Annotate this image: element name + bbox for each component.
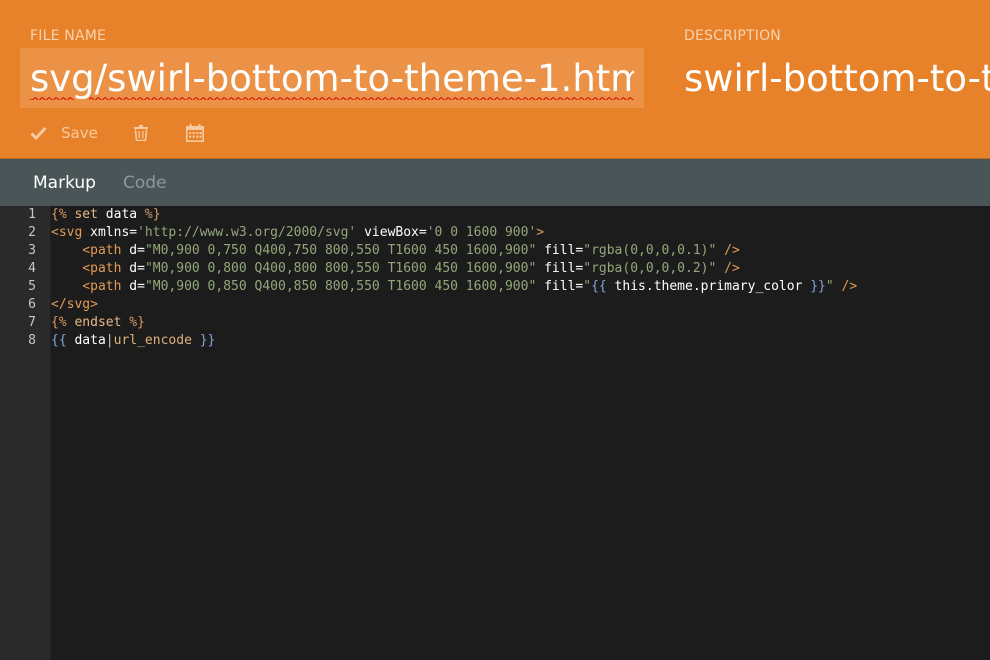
code-line[interactable]: 2 <svg xmlns='http://www.w3.org/2000/svg'… <box>28 224 990 242</box>
code-token: </svg> <box>51 297 98 312</box>
code-editor[interactable]: 1 {% set data %} 2 <svg xmlns='http://www.w… <box>0 206 990 660</box>
code-token: data <box>66 333 106 348</box>
line-number: 3 <box>28 243 36 258</box>
code-token: "rgba(0,0,0,0.1)" <box>583 243 717 258</box>
code-line[interactable]: 4 <path d="M0,900 0,800 Q400,800 800,550… <box>28 260 990 278</box>
code-token: " <box>825 279 834 294</box>
code-token: data <box>105 207 138 222</box>
code-token: {{ <box>591 279 607 294</box>
tab-code[interactable]: Code <box>123 173 167 193</box>
description-label: DESCRIPTION <box>684 28 781 44</box>
code-token: " <box>583 279 592 294</box>
code-token: 'http://www.w3.org/2000/svg' <box>137 225 357 240</box>
file-header: FILE NAME DESCRIPTION Save <box>0 0 990 159</box>
code-token: <path <box>51 279 122 294</box>
code-token: "M0,900 0,850 Q400,850 800,550 T1600 450… <box>144 279 537 294</box>
code-token: /> <box>833 279 858 294</box>
code-line[interactable]: 5 <path d="M0,900 0,850 Q400,850 800,550… <box>28 278 990 296</box>
code-token: fill <box>536 243 576 258</box>
code-token: = <box>137 279 145 294</box>
code-line[interactable]: 1 {% set data %} <box>28 206 990 224</box>
calendar-icon <box>185 124 204 142</box>
code-token: %} <box>137 207 161 222</box>
code-token: set <box>66 207 106 222</box>
code-token: | <box>105 333 114 348</box>
line-number: 6 <box>28 297 36 312</box>
code-token: endset <box>66 315 130 330</box>
code-token: }} <box>810 279 826 294</box>
line-number: 1 <box>28 207 36 222</box>
code-token: <path <box>51 243 122 258</box>
tab-markup[interactable]: Markup <box>33 173 96 193</box>
code-token: <path <box>51 261 122 276</box>
code-token: this.theme.primary_color <box>606 279 811 294</box>
line-number: 7 <box>28 315 36 330</box>
code-token: = <box>418 225 427 240</box>
code-token: fill <box>536 261 576 276</box>
line-number: 2 <box>28 225 36 240</box>
line-number: 8 <box>28 333 36 348</box>
file-toolbar: Save <box>30 120 204 146</box>
code-token: <svg <box>51 225 83 240</box>
line-number: 4 <box>28 261 36 276</box>
trash-icon <box>133 125 148 141</box>
code-token: /> <box>716 243 740 258</box>
code-token: {% <box>51 207 67 222</box>
code-token: %} <box>129 315 145 330</box>
code-token: '0 0 1600 900' <box>426 225 537 240</box>
code-token: viewBox <box>356 225 419 240</box>
calendar-button[interactable] <box>185 124 204 142</box>
code-line[interactable]: 8 {{ data|url_encode }} <box>28 332 990 350</box>
code-line[interactable]: 3 <path d="M0,900 0,750 Q400,750 800,550… <box>28 242 990 260</box>
code-lines[interactable]: 1 {% set data %} 2 <svg xmlns='http://www.w… <box>28 206 990 350</box>
check-icon <box>30 126 47 140</box>
code-token: = <box>137 243 145 258</box>
code-token: > <box>536 225 545 240</box>
code-token: fill <box>536 279 576 294</box>
file-name-input[interactable] <box>20 48 644 108</box>
code-line[interactable]: 6 </svg> <box>28 296 990 314</box>
description-input[interactable] <box>684 48 990 108</box>
code-line[interactable]: 7 {% endset %} <box>28 314 990 332</box>
code-token: d <box>121 261 138 276</box>
save-button[interactable]: Save <box>30 124 98 142</box>
delete-button[interactable] <box>133 125 148 141</box>
code-token: /> <box>716 261 740 276</box>
line-number: 5 <box>28 279 36 294</box>
code-token: d <box>121 243 138 258</box>
editor-tabs: Markup Code <box>0 159 990 206</box>
code-token: "M0,900 0,750 Q400,750 800,550 T1600 450… <box>144 243 537 258</box>
save-label: Save <box>61 124 98 142</box>
code-token: }} <box>191 333 216 348</box>
code-token: = <box>137 261 145 276</box>
code-token: url_encode <box>113 333 192 348</box>
code-token: {{ <box>51 333 67 348</box>
code-token: {% <box>51 315 67 330</box>
code-token: = <box>129 225 138 240</box>
code-token: "M0,900 0,800 Q400,800 800,550 T1600 450… <box>144 261 537 276</box>
code-token: xmlns <box>82 225 130 240</box>
code-token: "rgba(0,0,0,0.2)" <box>583 261 717 276</box>
code-token: d <box>121 279 138 294</box>
file-name-label: FILE NAME <box>30 28 107 44</box>
